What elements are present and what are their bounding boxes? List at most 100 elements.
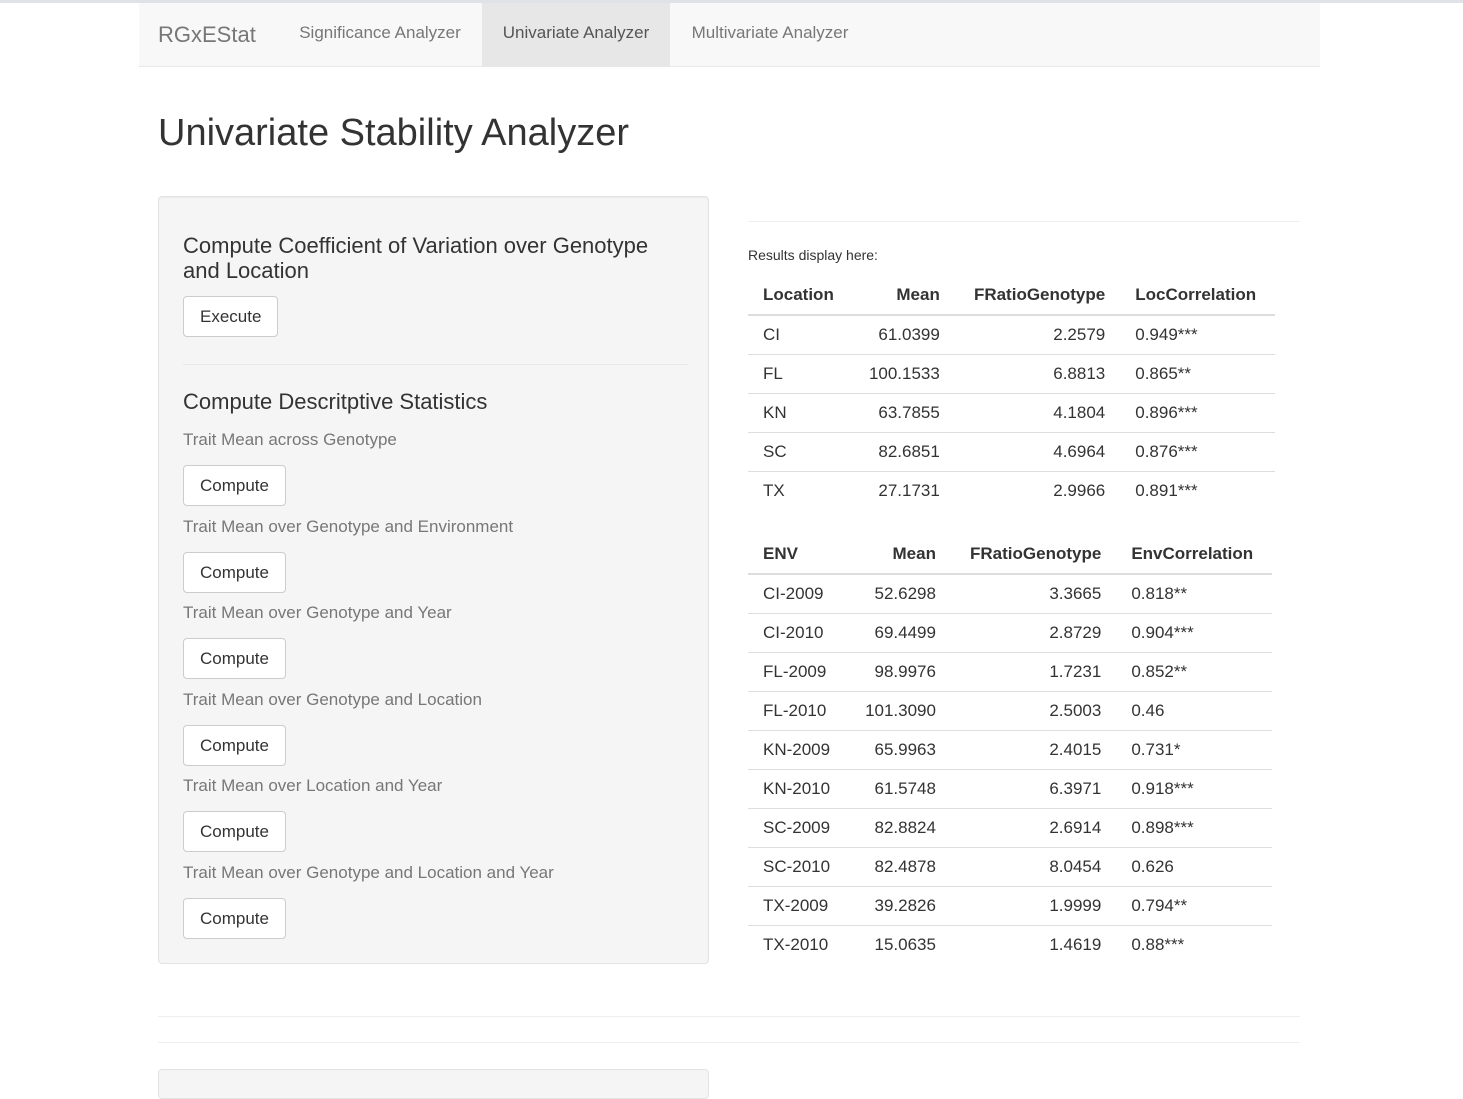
footer-divider xyxy=(158,1016,1300,1017)
table-row: TX-2009 39.2826 1.9999 0.794** xyxy=(748,886,1272,926)
column-header: EnvCorrelation xyxy=(1116,535,1272,575)
table-row: SC 82.6851 4.6964 0.876*** xyxy=(748,432,1275,472)
table-cell: 61.0399 xyxy=(878,325,940,344)
table-cell: 2.8729 xyxy=(950,613,1117,653)
table-cell: 0.626 xyxy=(1116,847,1272,887)
location-results-table: Location Mean FRatioGenotype LocCorrelat… xyxy=(748,276,1275,510)
table-cell: 52.6298 xyxy=(874,584,936,603)
tab-significance-analyzer[interactable]: Significance Analyzer xyxy=(278,3,482,66)
table-row: KN 63.7855 4.1804 0.896*** xyxy=(748,393,1275,433)
compute-genotype-button[interactable]: Compute xyxy=(183,465,286,506)
table-cell: FL-2009 xyxy=(748,652,848,692)
results-divider xyxy=(748,221,1300,222)
table-row: FL 100.1533 6.8813 0.865** xyxy=(748,354,1275,394)
table-cell: KN xyxy=(748,393,852,433)
table-row: KN-2009 65.9963 2.4015 0.731* xyxy=(748,730,1272,770)
table-cell: 15.0635 xyxy=(847,925,951,964)
table-cell: 100.1533 xyxy=(851,354,955,394)
table-cell: 0.949*** xyxy=(1135,325,1198,344)
cv-section-title: Compute Coefficient of Variation over Ge… xyxy=(183,233,649,283)
navbar: RGxEStat Significance Analyzer Univariat… xyxy=(139,3,1320,67)
table-cell: CI-2010 xyxy=(748,613,848,653)
tab-univariate-analyzer[interactable]: Univariate Analyzer xyxy=(482,3,670,66)
table-cell: KN-2010 xyxy=(748,769,848,809)
table-cell: 0.876*** xyxy=(1120,432,1275,472)
column-header: LocCorrelation xyxy=(1120,276,1275,316)
table-cell: 6.8813 xyxy=(954,354,1121,394)
table-cell: 82.8824 xyxy=(847,808,951,848)
table-cell: SC-2009 xyxy=(748,808,848,848)
table-cell: 0.852** xyxy=(1116,652,1272,692)
table-cell: 4.1804 xyxy=(954,393,1121,433)
table-cell: 2.4015 xyxy=(950,730,1117,770)
table-cell: CI xyxy=(763,325,780,344)
table-cell: 0.898*** xyxy=(1116,808,1272,848)
table-cell: 27.1731 xyxy=(851,471,955,510)
table-cell: 6.3971 xyxy=(950,769,1117,809)
table-cell: 3.3665 xyxy=(1049,584,1102,603)
results-label: Results display here: xyxy=(748,247,878,263)
table-row: KN-2010 61.5748 6.3971 0.918*** xyxy=(748,769,1272,809)
footer-divider xyxy=(158,1042,1300,1043)
table-cell: CI-2009 xyxy=(763,584,824,603)
table-cell: SC-2010 xyxy=(748,847,848,887)
table-cell: 2.9966 xyxy=(954,471,1121,510)
descriptive-stats-title: Compute Descritptive Statistics xyxy=(183,389,488,414)
table-cell: 69.4499 xyxy=(847,613,951,653)
table-cell: 0.918*** xyxy=(1116,769,1272,809)
table-cell: 4.6964 xyxy=(954,432,1121,472)
table-row: CI 61.0399 2.2579 0.949*** xyxy=(748,315,1275,355)
table-cell: 0.794** xyxy=(1116,886,1272,926)
table-cell: 0.891*** xyxy=(1120,471,1275,510)
table-cell: 0.818** xyxy=(1131,584,1188,603)
compute-location-year-button[interactable]: Compute xyxy=(183,811,286,852)
table-row: CI-2010 69.4499 2.8729 0.904*** xyxy=(748,613,1272,653)
table-cell: 98.9976 xyxy=(847,652,951,692)
table-cell: FL xyxy=(748,354,852,394)
column-header: Mean xyxy=(847,535,951,575)
table-cell: TX xyxy=(748,471,852,510)
table-cell: 101.3090 xyxy=(847,691,951,731)
table-cell: 0.88*** xyxy=(1116,925,1272,964)
table-cell: 82.6851 xyxy=(851,432,955,472)
table-cell: 61.5748 xyxy=(847,769,951,809)
column-header: Location xyxy=(748,276,852,316)
execute-cv-button[interactable]: Execute xyxy=(183,296,279,337)
table-cell: TX-2010 xyxy=(748,925,848,964)
compute-genotype-env-button[interactable]: Compute xyxy=(183,552,286,593)
compute-genotype-year-button[interactable]: Compute xyxy=(183,638,286,679)
table-cell: SC xyxy=(748,432,852,472)
table-cell: 82.4878 xyxy=(847,847,951,887)
next-sidebar-panel xyxy=(158,1069,709,1099)
table-cell: 2.5003 xyxy=(950,691,1117,731)
compute-genotype-location-year-button[interactable]: Compute xyxy=(183,898,286,939)
trait-mean-genotype-env-label: Trait Mean over Genotype and Environment xyxy=(183,517,514,536)
table-row: SC-2009 82.8824 2.6914 0.898*** xyxy=(748,808,1272,848)
trait-mean-location-year-label: Trait Mean over Location and Year xyxy=(183,776,443,795)
section-divider xyxy=(183,364,688,365)
trait-mean-genotype-year-label: Trait Mean over Genotype and Year xyxy=(183,603,452,622)
sidebar-panel: Compute Coefficient of Variation over Ge… xyxy=(158,196,709,964)
table-cell: 1.9999 xyxy=(950,886,1117,926)
table-row: SC-2010 82.4878 8.0454 0.626 xyxy=(748,847,1272,887)
column-header: FRatioGenotype xyxy=(954,276,1121,316)
page-title: Univariate Stability Analyzer xyxy=(158,112,629,154)
trait-mean-genotype-location-year-label: Trait Mean over Genotype and Location an… xyxy=(183,863,554,882)
table-cell: 39.2826 xyxy=(847,886,951,926)
tab-multivariate-analyzer[interactable]: Multivariate Analyzer xyxy=(670,3,870,66)
column-header: FRatioGenotype xyxy=(950,535,1117,575)
table-row: TX 27.1731 2.9966 0.891*** xyxy=(748,471,1275,510)
table-cell: FL-2010 xyxy=(748,691,848,731)
table-cell: 1.4619 xyxy=(950,925,1117,964)
table-cell: 0.865** xyxy=(1120,354,1275,394)
compute-genotype-location-button[interactable]: Compute xyxy=(183,725,286,766)
table-cell: 0.904*** xyxy=(1116,613,1272,653)
trait-mean-genotype-label: Trait Mean across Genotype xyxy=(183,430,397,449)
table-row: TX-2010 15.0635 1.4619 0.88*** xyxy=(748,925,1272,964)
table-cell: 8.0454 xyxy=(950,847,1117,887)
table-cell: 0.731* xyxy=(1116,730,1272,770)
table-cell: TX-2009 xyxy=(748,886,848,926)
brand-link[interactable]: RGxEStat xyxy=(158,3,256,66)
table-cell: 0.896*** xyxy=(1120,393,1275,433)
table-cell: 2.2579 xyxy=(1053,325,1106,344)
